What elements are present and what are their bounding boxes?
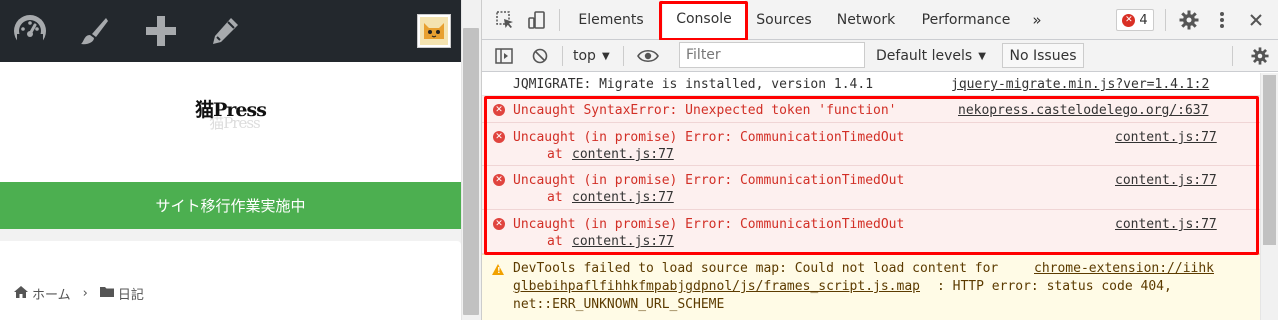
breadcrumb-category-link[interactable]: 日記 [118,284,144,303]
devtools-panel: Elements Console Sources Network Perform… [481,0,1278,320]
errors-highlight-box [484,96,1259,255]
tab-network[interactable]: Network [830,0,902,40]
issues-button[interactable]: No Issues [1002,43,1084,68]
console-filterbar: top ▼ Filter Default levels ▼ No Issues [482,40,1278,72]
clear-console-icon[interactable] [528,40,552,72]
log-levels-dropdown[interactable]: Default levels ▼ [876,40,986,72]
context-selector[interactable]: top ▼ [573,40,610,72]
live-expression-eye-icon[interactable] [633,40,663,72]
more-tabs-button[interactable]: » [1027,0,1047,40]
tab-performance[interactable]: Performance [917,0,1015,40]
log-entry-info: JQMIGRATE: Migrate is installed, version… [482,73,1260,96]
sidebar-toggle-icon[interactable] [492,40,516,72]
warning-source-link-cont[interactable]: glbebihpaflfihhkfmpabjgdpnol/js/frames_s… [513,279,920,294]
dashboard-icon[interactable] [12,13,48,49]
error-count: 4 [1139,12,1148,28]
avatar[interactable] [417,14,451,48]
toolbar-divider [623,46,624,66]
console-scrollbar-thumb[interactable] [1263,75,1276,245]
log-source-link[interactable]: jquery-migrate.min.js?ver=1.4.1:2 [951,77,1209,92]
warning-message-line3: net::ERR_UNKNOWN_URL_SCHEME [513,297,725,312]
warning-message-line1: DevTools failed to load source map: Coul… [513,261,1007,276]
content-card [0,241,461,320]
error-icon: ✕ [1122,13,1136,27]
breadcrumb-home-link[interactable]: ホーム [32,284,71,303]
site-title[interactable]: 猫Press [0,95,461,122]
chevron-down-icon: ▼ [601,50,610,62]
context-value: top [573,48,596,64]
warning-message-line2: : HTTP error: status code 404, [937,279,1172,294]
log-levels-label: Default levels [876,48,973,64]
folder-icon [99,286,114,301]
warning-source-link[interactable]: chrome-extension://iihk [1034,261,1214,276]
tab-sources[interactable]: Sources [750,0,818,40]
pencil-icon[interactable] [207,13,243,49]
website-pane: 猫Press 猫Press サイト移行作業実施中 ホーム › 日記 [0,0,461,320]
chevron-down-icon: ▼ [978,50,986,62]
page-scrollbar-thumb[interactable] [463,28,479,315]
tab-elements[interactable]: Elements [572,0,650,40]
brush-icon[interactable] [76,13,112,49]
devtools-tabbar: Elements Console Sources Network Perform… [482,0,1278,41]
maintenance-banner: サイト移行作業実施中 [0,182,461,229]
error-count-badge[interactable]: ✕ 4 [1116,9,1154,31]
home-icon [14,285,28,302]
toolbar-divider [559,9,560,31]
settings-gear-icon[interactable] [1176,0,1202,40]
toolbar-divider [1165,9,1166,31]
log-message: JQMIGRATE: Migrate is installed, version… [513,77,874,92]
breadcrumb-separator: › [82,286,88,301]
more-options-icon[interactable] [1212,0,1232,40]
warning-icon: ! [492,264,504,275]
toolbar-divider [562,46,563,66]
inspect-element-icon[interactable] [492,0,518,40]
close-icon[interactable] [1244,0,1268,40]
console-settings-gear-icon[interactable] [1248,40,1272,72]
admin-bar [0,0,461,62]
toolbar-divider [1232,46,1233,66]
breadcrumb: ホーム › 日記 [14,284,144,303]
plus-icon[interactable] [143,13,179,49]
log-entry-warning: ! DevTools failed to load source map: Co… [482,254,1260,320]
filter-input[interactable]: Filter [679,42,865,68]
site-branding: 猫Press 猫Press [0,62,461,182]
console-tab-highlight [659,1,748,41]
device-toolbar-icon[interactable] [524,0,550,40]
